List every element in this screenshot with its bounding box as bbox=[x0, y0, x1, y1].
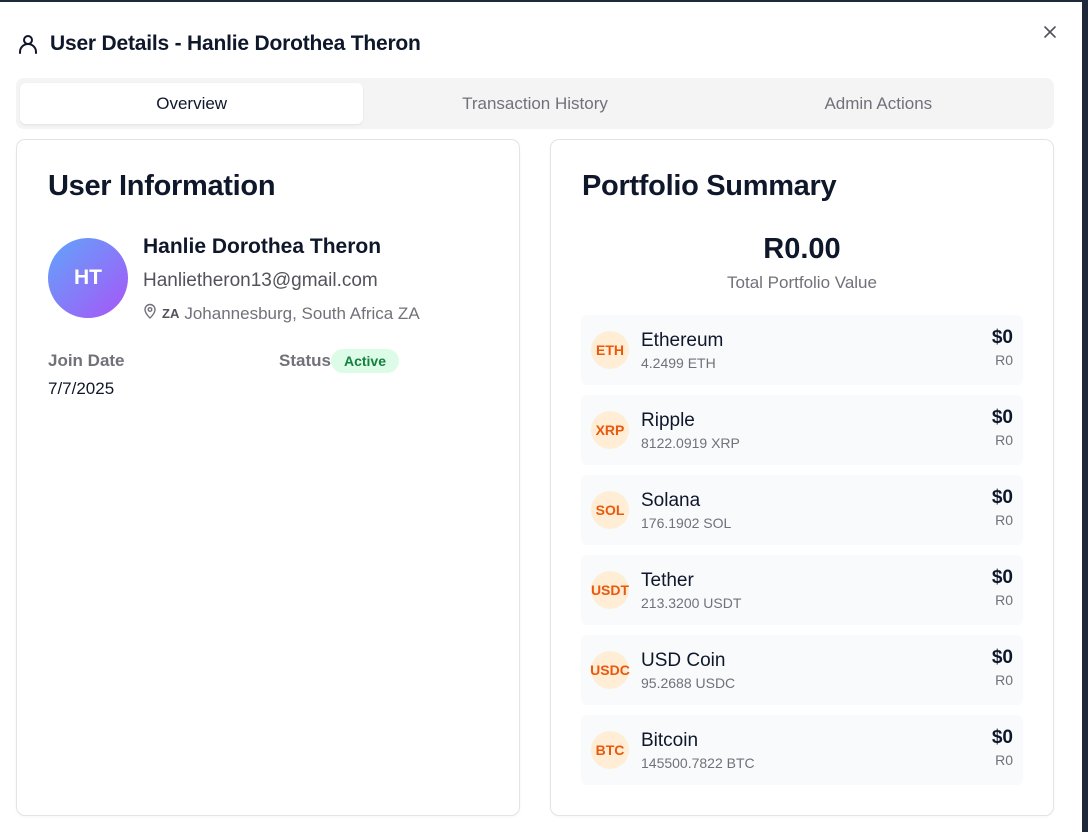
close-button[interactable] bbox=[1038, 22, 1062, 46]
asset-name: Tether bbox=[641, 569, 694, 591]
asset-amount: 95.2688 USDC bbox=[641, 674, 736, 691]
asset-name: Ethereum bbox=[641, 329, 724, 351]
asset-row-xrp: XRP Ripple 8122.0919 XRP $0 R0 bbox=[581, 395, 1023, 465]
asset-row-sol: SOL Solana 176.1902 SOL $0 R0 bbox=[581, 475, 1023, 545]
btc-coin-icon: BTC bbox=[591, 731, 629, 769]
tab-transaction-history[interactable]: Transaction History bbox=[363, 83, 706, 124]
asset-usd-value: $0 bbox=[991, 327, 1013, 348]
asset-zar-value: R0 bbox=[995, 592, 1013, 608]
asset-zar-value: R0 bbox=[995, 752, 1013, 768]
user-information-heading: User Information bbox=[48, 170, 276, 202]
asset-info: Solana 176.1902 SOL bbox=[641, 490, 731, 531]
asset-values: $0 R0 bbox=[992, 567, 1013, 608]
asset-info: Tether 213.3200 USDT bbox=[641, 570, 741, 611]
asset-row-eth: ETH Ethereum 4.2499 ETH $0 R0 bbox=[581, 315, 1023, 385]
eth-coin-icon: ETH bbox=[591, 331, 629, 369]
user-information-card: User Information HT Hanlie Dorothea Ther… bbox=[16, 139, 520, 816]
asset-amount: 4.2499 ETH bbox=[641, 354, 716, 371]
asset-values: $0 R0 bbox=[992, 407, 1013, 448]
asset-values: $0 R0 bbox=[992, 727, 1013, 768]
asset-row-usdc: USDC USD Coin 95.2688 USDC $0 R0 bbox=[581, 635, 1023, 705]
country-flag: ZA bbox=[162, 306, 180, 321]
asset-name: Bitcoin bbox=[641, 729, 699, 751]
status-badge: Active bbox=[330, 349, 399, 373]
status-group: Status Active bbox=[279, 349, 399, 373]
asset-usd-value: $0 bbox=[991, 727, 1013, 748]
dialog-header: User Details - Hanlie Dorothea Theron bbox=[16, 32, 421, 56]
asset-values: $0 R0 bbox=[992, 327, 1013, 368]
asset-usd-value: $0 bbox=[991, 407, 1013, 428]
join-date-value: 7/7/2025 bbox=[48, 379, 115, 398]
asset-usd-value: $0 bbox=[991, 647, 1013, 668]
user-email: Hanlietheron13@gmail.com bbox=[143, 270, 378, 291]
asset-values: $0 R0 bbox=[992, 647, 1013, 688]
asset-name: Ripple bbox=[641, 409, 695, 431]
asset-zar-value: R0 bbox=[995, 432, 1013, 448]
join-date-label: Join Date bbox=[48, 351, 125, 370]
total-portfolio-label: Total Portfolio Value bbox=[727, 273, 877, 292]
asset-zar-value: R0 bbox=[995, 512, 1013, 528]
user-location: ZA Johannesburg, South Africa ZA bbox=[143, 303, 420, 324]
asset-info: Ripple 8122.0919 XRP bbox=[641, 410, 740, 451]
asset-info: Bitcoin 145500.7822 BTC bbox=[641, 730, 755, 771]
close-icon bbox=[1042, 24, 1058, 45]
tab-admin-actions[interactable]: Admin Actions bbox=[707, 83, 1050, 124]
asset-amount: 176.1902 SOL bbox=[641, 514, 732, 531]
asset-name: USD Coin bbox=[641, 649, 726, 671]
asset-values: $0 R0 bbox=[992, 487, 1013, 528]
asset-usd-value: $0 bbox=[991, 487, 1013, 508]
tab-list: Overview Transaction History Admin Actio… bbox=[16, 78, 1054, 129]
user-details-dialog: User Details - Hanlie Dorothea Theron Ov… bbox=[0, 0, 1085, 832]
status-label: Status bbox=[279, 351, 331, 370]
asset-zar-value: R0 bbox=[995, 672, 1013, 688]
asset-amount: 213.3200 USDT bbox=[641, 594, 742, 611]
tab-overview[interactable]: Overview bbox=[20, 83, 364, 124]
asset-usd-value: $0 bbox=[991, 567, 1013, 588]
asset-amount: 8122.0919 XRP bbox=[641, 434, 740, 451]
asset-info: USD Coin 95.2688 USDC bbox=[641, 650, 735, 691]
map-pin-icon bbox=[143, 303, 157, 324]
asset-list: ETH Ethereum 4.2499 ETH $0 R0 XRP Ripple… bbox=[581, 315, 1023, 795]
asset-row-usdt: USDT Tether 213.3200 USDT $0 R0 bbox=[581, 555, 1023, 625]
usdc-coin-icon: USDC bbox=[590, 651, 630, 689]
asset-row-btc: BTC Bitcoin 145500.7822 BTC $0 R0 bbox=[581, 715, 1023, 785]
usdt-coin-icon: USDT bbox=[591, 571, 629, 609]
user-icon bbox=[16, 32, 40, 56]
asset-amount: 145500.7822 BTC bbox=[641, 754, 755, 771]
portfolio-summary-heading: Portfolio Summary bbox=[582, 170, 837, 202]
total-portfolio-value: R0.00 bbox=[763, 233, 841, 265]
dialog-title: User Details - Hanlie Dorothea Theron bbox=[50, 32, 421, 55]
avatar: HT bbox=[48, 238, 128, 318]
asset-info: Ethereum 4.2499 ETH bbox=[641, 330, 723, 371]
portfolio-summary-card: Portfolio Summary R0.00 Total Portfolio … bbox=[550, 139, 1054, 816]
sol-coin-icon: SOL bbox=[591, 491, 629, 529]
location-text: Johannesburg, South Africa ZA bbox=[184, 303, 420, 323]
asset-name: Solana bbox=[641, 489, 701, 511]
asset-zar-value: R0 bbox=[995, 352, 1013, 368]
user-name: Hanlie Dorothea Theron bbox=[143, 235, 382, 258]
xrp-coin-icon: XRP bbox=[591, 411, 629, 449]
